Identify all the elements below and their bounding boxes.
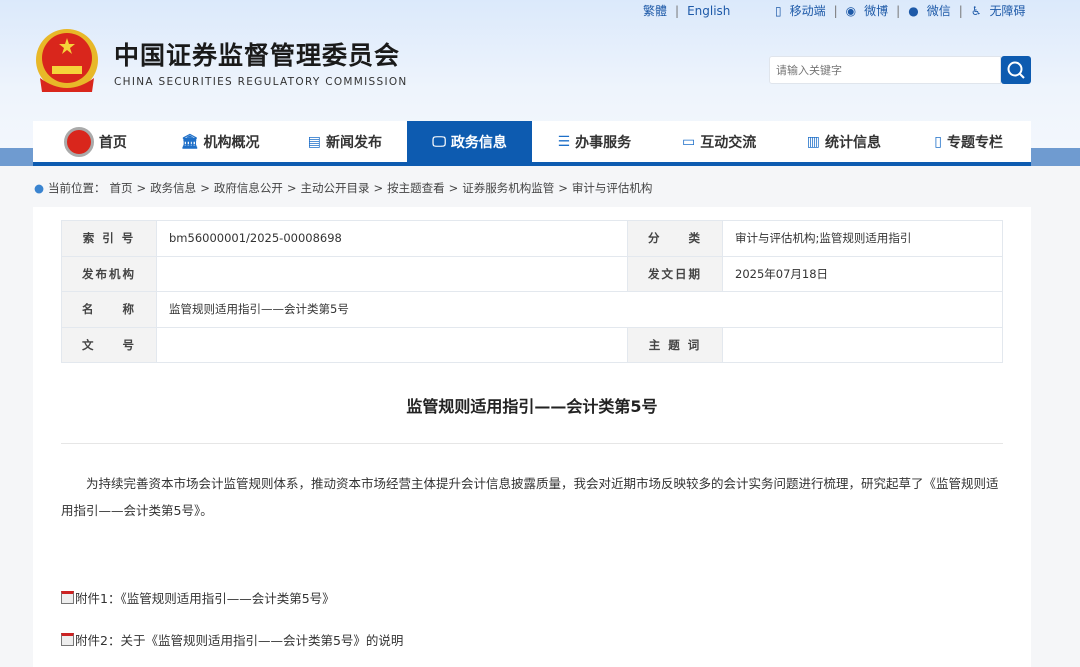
search-icon: [1007, 61, 1025, 79]
nav-news[interactable]: ▤ 新闻发布: [283, 121, 408, 162]
nav-government-info[interactable]: 🖵 政务信息: [407, 121, 532, 162]
index-value: bm56000001/2025-00008698: [156, 220, 628, 257]
document-info-table: 索 引 号 bm56000001/2025-00008698 分 类 审计与评估…: [61, 220, 1003, 363]
breadcrumb-item[interactable]: 政务信息: [150, 180, 196, 196]
attachment-1[interactable]: 附件1：《监管规则适用指引——会计类第5号》: [61, 588, 335, 607]
location-pin-icon: ●: [34, 181, 45, 195]
nav-about[interactable]: 🏛 机构概况: [158, 121, 283, 162]
social-links: ▯ 移动端 | ◉ 微博 | ● 微信 | ♿ 无障碍: [775, 2, 1026, 19]
publisher-value: [156, 255, 628, 292]
mobile-link[interactable]: 移动端: [790, 2, 826, 19]
file-icon: [61, 633, 74, 646]
nav-home[interactable]: 首页: [33, 121, 158, 162]
index-label: 索 引 号: [61, 220, 157, 257]
language-links: 繁體 | English: [643, 2, 731, 19]
name-label: 名 称: [61, 291, 157, 328]
search-button[interactable]: [1001, 56, 1031, 84]
nav-topics[interactable]: ▯ 专题专栏: [906, 121, 1031, 162]
breadcrumb-item[interactable]: 审计与评估机构: [572, 180, 653, 196]
bar-chart-icon: ▥: [806, 133, 820, 150]
wechat-link[interactable]: 微信: [927, 2, 951, 19]
article-body: 为持续完善资本市场会计监管规则体系，推动资本市场经营主体提升会计信息披露质量，我…: [61, 476, 999, 518]
list-icon: ☰: [557, 133, 571, 150]
keywords-value: [722, 326, 1003, 363]
category-label: 分 类: [627, 220, 723, 257]
traditional-chinese-link[interactable]: 繁體: [643, 2, 667, 19]
site-subtitle: CHINA SECURITIES REGULATORY COMMISSION: [114, 76, 408, 88]
breadcrumb-item[interactable]: 按主题查看: [387, 180, 445, 196]
chat-icon: ▭: [682, 133, 696, 150]
docno-value: [156, 326, 628, 363]
document-icon: ▯: [934, 133, 942, 150]
divider: [61, 443, 1003, 444]
nav-services[interactable]: ☰ 办事服务: [532, 121, 657, 162]
breadcrumb-item[interactable]: 证券服务机构监管: [462, 180, 554, 196]
english-link[interactable]: English: [687, 4, 730, 18]
publisher-label: 发布机构: [61, 255, 157, 292]
accessibility-link[interactable]: 无障碍: [990, 2, 1026, 19]
building-icon: 🏛: [180, 133, 199, 150]
main-nav: 首页 🏛 机构概况 ▤ 新闻发布 🖵 政务信息 ☰ 办事服务 ▭ 互动交流 ▥ 统计信息 ▯…: [33, 121, 1031, 166]
file-icon: [61, 591, 74, 604]
search-box: [769, 56, 1031, 84]
national-emblem-icon: [36, 29, 98, 92]
nav-interaction[interactable]: ▭ 互动交流: [657, 121, 782, 162]
weibo-link[interactable]: 微博: [864, 2, 888, 19]
date-label: 发文日期: [627, 255, 723, 292]
docno-label: 文 号: [61, 326, 157, 363]
date-value: 2025年07月18日: [722, 255, 1003, 292]
nav-statistics[interactable]: ▥ 统计信息: [782, 121, 907, 162]
accessibility-icon: ♿: [970, 3, 982, 18]
content-panel: 索 引 号 bm56000001/2025-00008698 分 类 审计与评估…: [33, 207, 1031, 667]
monitor-icon: 🖵: [432, 133, 446, 150]
newspaper-icon: ▤: [307, 133, 321, 150]
name-value: 监管规则适用指引——会计类第5号: [156, 291, 1003, 328]
wechat-icon: ●: [908, 3, 919, 18]
breadcrumb: ● 当前位置： 首页 > 政务信息 > 政府信息公开 > 主动公开目录 > 按主题查看 >…: [34, 180, 653, 196]
weibo-icon: ◉: [845, 3, 857, 18]
search-input[interactable]: [769, 56, 1001, 84]
site-title[interactable]: 中国证券监督管理委员会: [114, 36, 400, 72]
category-value: 审计与评估机构;监管规则适用指引: [722, 220, 1003, 257]
keywords-label: 主 题 词: [627, 326, 723, 363]
mobile-icon: ▯: [775, 3, 782, 18]
article-title: 监管规则适用指引——会计类第5号: [406, 397, 658, 416]
csrc-logo-icon: [63, 126, 94, 157]
breadcrumb-item[interactable]: 首页: [110, 180, 133, 196]
attachment-2[interactable]: 附件2：关于《监管规则适用指引——会计类第5号》的说明: [61, 630, 403, 649]
breadcrumb-item[interactable]: 政府信息公开: [214, 180, 283, 196]
breadcrumb-item[interactable]: 主动公开目录: [300, 180, 369, 196]
